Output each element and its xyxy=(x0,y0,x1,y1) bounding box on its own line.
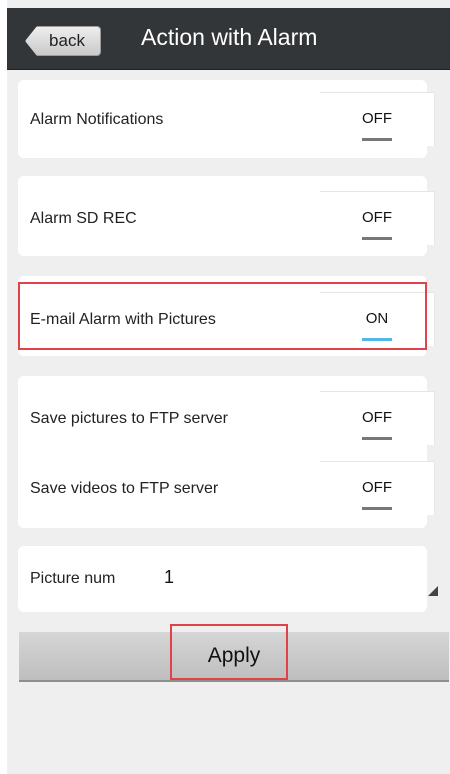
toggle-state-text: OFF xyxy=(362,209,392,226)
apply-button[interactable]: Apply xyxy=(19,632,449,682)
alarm-notifications-label: Alarm Notifications xyxy=(30,111,164,128)
save-pictures-ftp-toggle[interactable]: OFF xyxy=(320,391,435,445)
save-pictures-ftp-label: Save pictures to FTP server xyxy=(30,410,228,427)
toggle-state-text: ON xyxy=(365,310,389,327)
alarm-sd-rec-label: Alarm SD REC xyxy=(30,210,137,227)
toggle-indicator xyxy=(362,138,392,141)
toggle-state-text: OFF xyxy=(362,110,392,127)
picture-num-card: Picture num 1 xyxy=(18,546,438,612)
picture-num-select[interactable]: 1 xyxy=(164,567,174,588)
header-bar: back Action with Alarm xyxy=(7,8,450,70)
alarm-notifications-card: Alarm Notifications OFF xyxy=(18,80,435,158)
settings-screen: back Action with Alarm Alarm Notificatio… xyxy=(7,0,450,774)
page-title: Action with Alarm xyxy=(141,24,318,50)
toggle-state-text: OFF xyxy=(362,479,392,496)
alarm-notifications-toggle[interactable]: OFF xyxy=(320,92,435,146)
email-alarm-card: E-mail Alarm with Pictures ON xyxy=(18,276,435,356)
alarm-sd-rec-toggle[interactable]: OFF xyxy=(320,191,435,245)
toggle-indicator xyxy=(362,237,392,240)
dropdown-arrow-icon[interactable] xyxy=(428,586,438,596)
back-button[interactable]: back xyxy=(25,26,101,56)
toggle-indicator xyxy=(362,437,392,440)
toggle-indicator xyxy=(362,338,392,341)
save-videos-ftp-toggle[interactable]: OFF xyxy=(320,461,435,515)
email-alarm-label: E-mail Alarm with Pictures xyxy=(30,311,216,328)
email-alarm-toggle[interactable]: ON xyxy=(320,292,435,346)
toggle-state-text: OFF xyxy=(362,409,392,426)
ftp-card: Save pictures to FTP server OFF Save vid… xyxy=(18,376,435,528)
alarm-sd-rec-card: Alarm SD REC OFF xyxy=(18,176,435,256)
save-videos-ftp-label: Save videos to FTP server xyxy=(30,480,219,497)
picture-num-label: Picture num xyxy=(30,570,116,587)
toggle-indicator xyxy=(362,507,392,510)
